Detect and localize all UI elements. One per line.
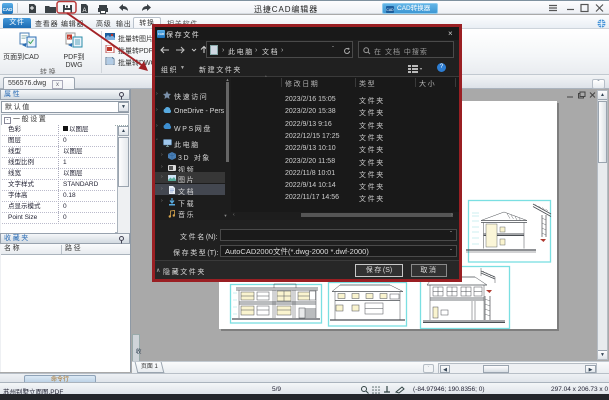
svg-text:A: A	[68, 35, 71, 40]
svg-text:A: A	[83, 8, 87, 14]
